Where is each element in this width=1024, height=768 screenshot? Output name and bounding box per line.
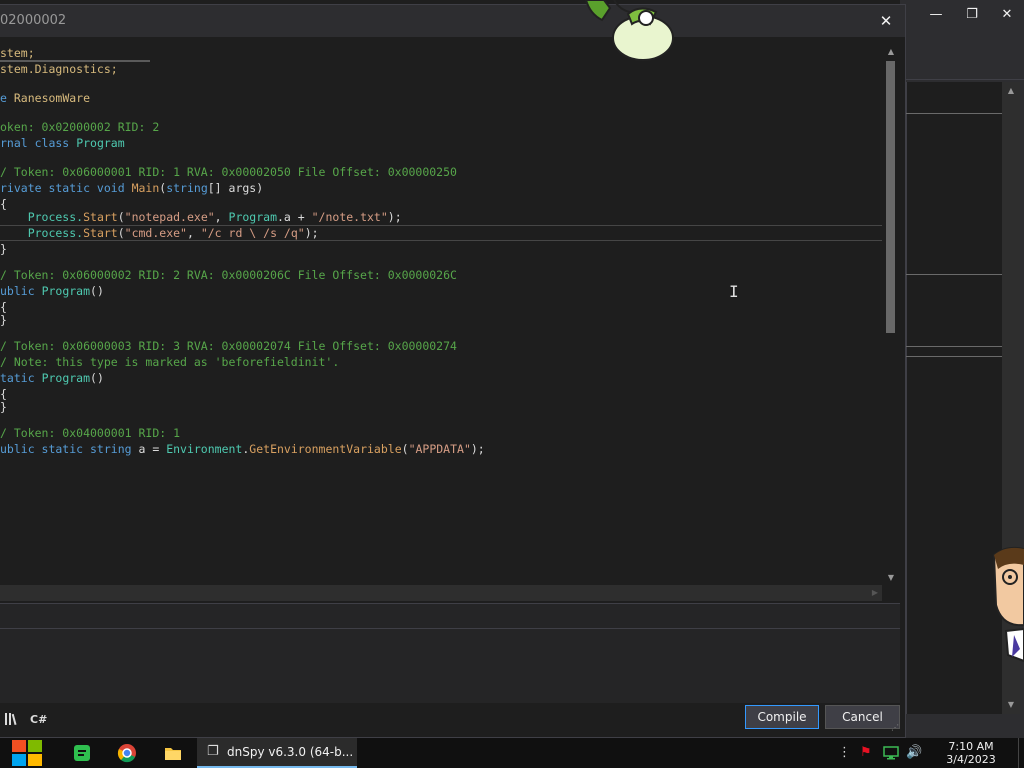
editor-horizontal-scrollbar[interactable]: ▶ [0, 585, 882, 601]
clock-time[interactable]: 7:10 AM [945, 740, 997, 753]
compile-button[interactable]: Compile [745, 705, 819, 729]
close-main-button[interactable]: ✕ [993, 4, 1021, 26]
taskbar-dnspy-app[interactable]: ❐ dnSpy v6.3.0 (64-b... [197, 738, 357, 768]
main-toolbar-strip [906, 56, 1024, 80]
code-line-cctor-comment: / Token: 0x06000003 RID: 3 RVA: 0x000020… [0, 339, 457, 353]
show-desktop-button[interactable] [1018, 738, 1024, 768]
chrome-icon[interactable] [115, 741, 139, 765]
volume-icon[interactable]: 🔊 [906, 743, 922, 763]
panel-divider [906, 113, 1002, 114]
code-line-brace: } [0, 242, 7, 256]
errors-divider [0, 628, 900, 629]
panel-divider [906, 356, 1002, 357]
code-line-main-comment: / Token: 0x06000001 RID: 1 RVA: 0x000020… [0, 165, 457, 179]
main-bottom-strip [906, 714, 1024, 738]
panel-divider [906, 274, 1002, 275]
references-icon[interactable] [4, 712, 20, 728]
code-line-1: stem; [0, 46, 35, 60]
gnome-sticker [584, 0, 674, 61]
code-line-field-decl: ublic static string a = Environment.GetE… [0, 442, 485, 456]
restore-button[interactable]: ❐ [958, 4, 986, 26]
minimize-button[interactable]: — [922, 4, 950, 26]
mouse-ibeam-cursor-icon: I [729, 282, 739, 301]
clock-date[interactable]: 3/4/2023 [945, 753, 997, 766]
code-line-namespace: e RanesomWare [0, 91, 91, 105]
code-line-class-decl: rnal class Program [0, 136, 125, 150]
taskbar-app-label: dnSpy v6.3.0 (64-b... [227, 745, 354, 759]
code-line-brace: } [0, 400, 7, 414]
code-line-note-comment: / Note: this type is marked as 'beforefi… [0, 355, 340, 369]
scroll-right-arrow-icon[interactable]: ▶ [868, 585, 882, 601]
windows-stack-icon: ❐ [207, 744, 219, 759]
dialog-close-button[interactable]: ✕ [874, 10, 898, 32]
resize-grip-icon[interactable]: ⋰ [891, 723, 901, 733]
code-line-2: stem.Diagnostics; [0, 62, 118, 76]
code-line-field-comment: / Token: 0x04000001 RID: 1 [0, 426, 181, 440]
network-icon[interactable] [883, 745, 899, 761]
code-line-ctor-decl: ublic Program() [0, 284, 104, 298]
scroll-up-arrow-icon[interactable]: ▲ [882, 45, 900, 59]
code-line-notepad-start: Process.Start("notepad.exe", Program.a +… [0, 210, 402, 224]
scrollbar-thumb[interactable] [886, 61, 895, 333]
code-line-ctor-comment: / Token: 0x06000002 RID: 2 RVA: 0x000020… [0, 268, 457, 282]
language-label: C# [30, 713, 48, 726]
dialog-titlebar[interactable]: 02000002 ✕ [0, 5, 905, 37]
code-line-cmd-start: Process.Start("cmd.exe", "/c rd \ /s /q"… [0, 226, 319, 240]
app-green-icon[interactable] [70, 741, 94, 765]
file-explorer-icon[interactable] [161, 741, 185, 765]
errors-pane [0, 603, 900, 703]
code-line-brace: } [0, 313, 7, 327]
code-line-token-comment: oken: 0x02000002 RID: 2 [0, 120, 160, 134]
main-window-titlebar: — ❐ ✕ [900, 0, 1024, 32]
cancel-button[interactable]: Cancel [825, 705, 900, 729]
dialog-title: 02000002 [0, 13, 67, 28]
windows-start-icon[interactable] [10, 738, 44, 768]
action-center-flag-icon[interactable]: ⚑ [860, 743, 872, 763]
editor-vertical-scrollbar[interactable]: ▲ ▼ [882, 41, 900, 589]
cartoon-man-sticker [992, 546, 1024, 663]
scroll-up-arrow-icon[interactable]: ▲ [1002, 82, 1020, 100]
edit-code-dialog: 02000002 ✕ stem; stem.Diagnostics; e Ran… [0, 4, 906, 738]
panel-divider [906, 346, 1002, 347]
code-line-cctor-decl: tatic Program() [0, 371, 104, 385]
code-editor[interactable]: stem; stem.Diagnostics; e RanesomWare ok… [0, 37, 882, 585]
scroll-down-arrow-icon[interactable]: ▼ [1002, 696, 1020, 714]
tray-overflow-icon[interactable]: ⋮ [838, 743, 851, 763]
taskbar: ❐ dnSpy v6.3.0 (64-b... ⋮ ⚑ 🔊 7:10 AM 3/… [0, 738, 1024, 768]
scroll-down-arrow-icon[interactable]: ▼ [882, 571, 900, 585]
code-line-main-decl: rivate static void Main(string[] args) [0, 181, 264, 195]
